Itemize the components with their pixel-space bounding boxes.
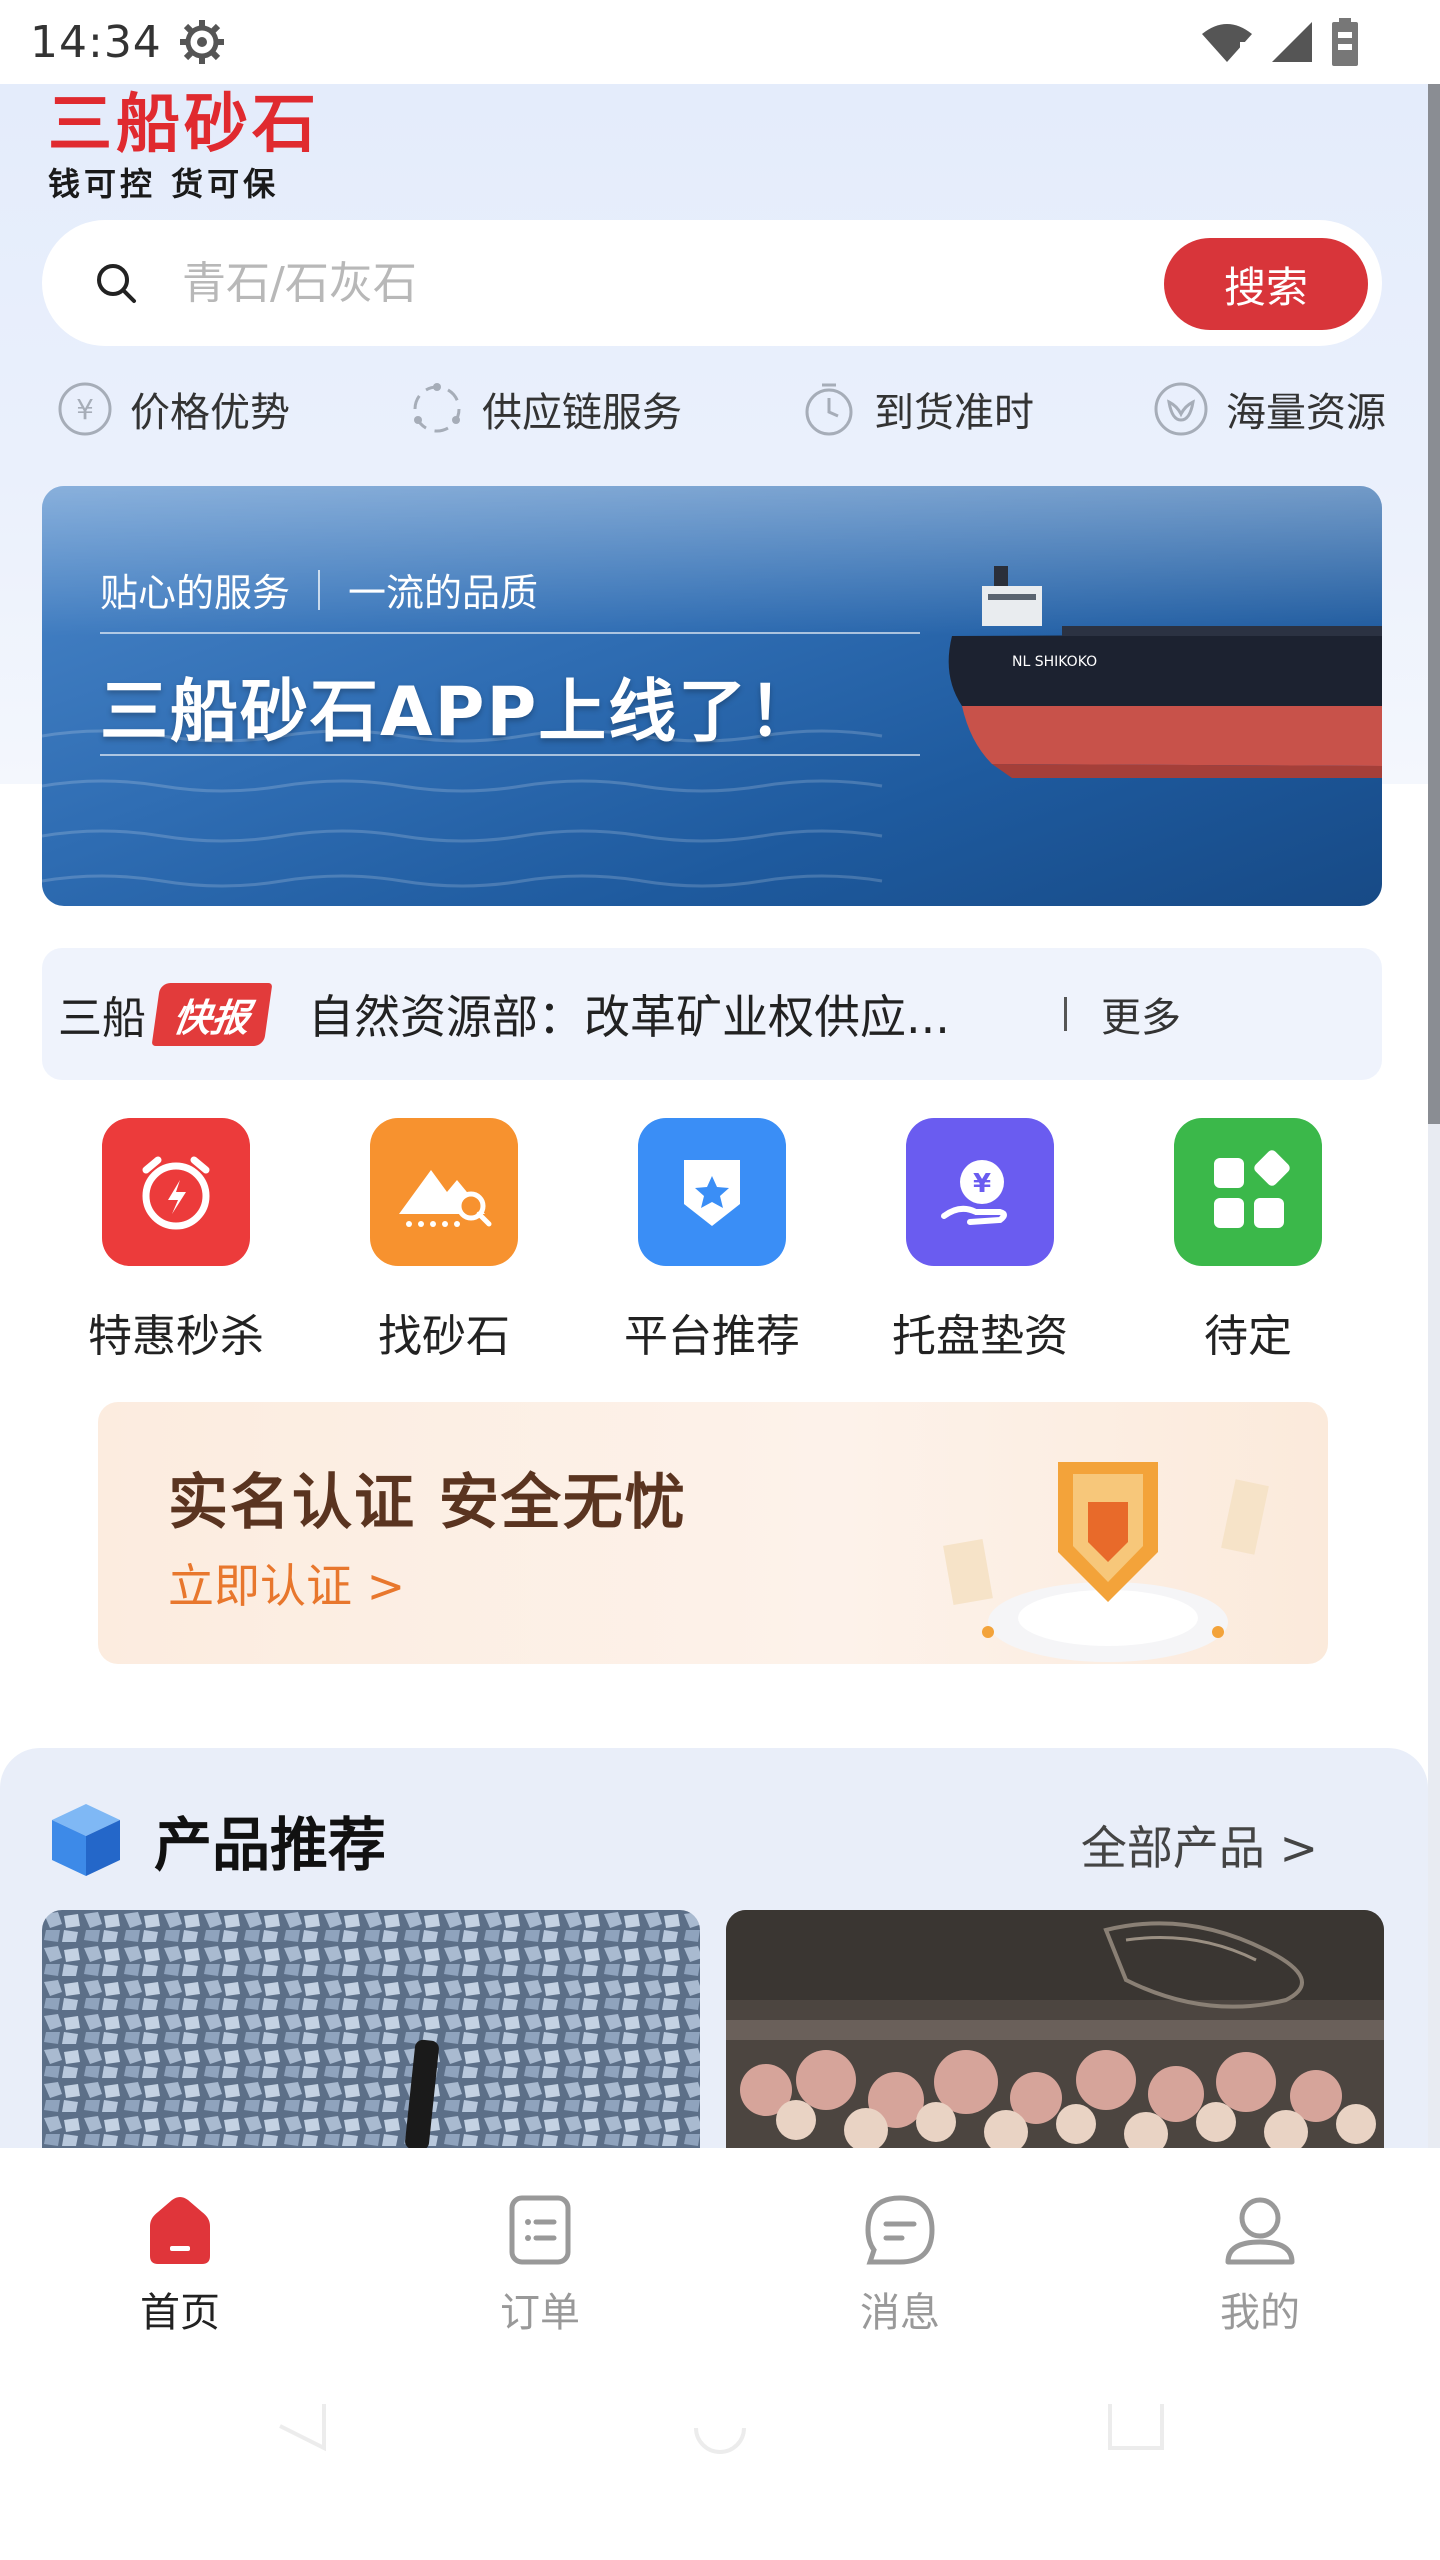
svg-text:¥: ¥ bbox=[973, 1169, 991, 1199]
products-header: 产品推荐 bbox=[48, 1798, 386, 1882]
promo-banner[interactable]: 贴心的服务 一流的品质 三船砂石APP上线了！ NL SHIKOKO bbox=[42, 486, 1382, 906]
feature-supply-chain: 供应链服务 bbox=[408, 380, 682, 438]
nav-label: 首页 bbox=[140, 2290, 220, 2336]
divider bbox=[318, 569, 321, 610]
mountain-search-icon bbox=[370, 1118, 518, 1266]
product-card[interactable] bbox=[726, 1910, 1384, 2150]
feature-resources: 海量资源 bbox=[1152, 380, 1386, 438]
quick-item-find-sand[interactable]: 找砂石 bbox=[310, 1118, 578, 1364]
app-logo: 三船砂石 钱可控 货可保 bbox=[48, 90, 320, 204]
banner-title: 三船砂石APP上线了！ bbox=[100, 673, 819, 752]
nav-label: 订单 bbox=[500, 2290, 580, 2336]
search-bar[interactable]: 搜索 bbox=[42, 220, 1382, 346]
products-title: 产品推荐 bbox=[154, 1811, 387, 1879]
timer-icon bbox=[805, 383, 853, 436]
system-home-icon[interactable] bbox=[694, 2427, 746, 2454]
home-icon bbox=[150, 2197, 210, 2264]
cube-icon bbox=[52, 1804, 120, 1876]
money-hand-icon: ¥ bbox=[906, 1118, 1054, 1266]
order-icon bbox=[509, 2195, 571, 2265]
status-time: 14:34 bbox=[30, 16, 162, 68]
quick-item-label: 特惠秒杀 bbox=[88, 1311, 264, 1362]
nav-profile[interactable]: 我的 bbox=[1080, 2148, 1440, 2348]
alarm-clock-icon bbox=[102, 1118, 250, 1266]
verification-title: 实名认证 安全无忧 bbox=[168, 1468, 687, 1538]
feature-on-time: 到货准时 bbox=[800, 380, 1034, 438]
quick-item-label: 待定 bbox=[1204, 1311, 1292, 1362]
security-shield-icon bbox=[943, 1462, 1269, 1662]
gravel-product-image bbox=[42, 1910, 700, 2150]
divider bbox=[100, 632, 920, 634]
logo-slogan: 钱可控 货可保 bbox=[48, 165, 280, 203]
ship-name: NL SHIKOKO bbox=[1012, 654, 1097, 670]
news-ticker[interactable]: 三船 快报 自然资源部：改革矿业权供应... 更多 bbox=[42, 948, 1382, 1080]
status-bar: 14:34 bbox=[0, 0, 1440, 84]
quick-item-platform-recommend[interactable]: 平台推荐 bbox=[578, 1118, 846, 1364]
quick-item-label: 找砂石 bbox=[378, 1311, 510, 1362]
status-icons bbox=[1200, 18, 1360, 66]
all-products-link[interactable]: 全部产品 > bbox=[1081, 1812, 1318, 1878]
supply-chain-icon bbox=[413, 383, 461, 433]
banner-subtitle-right: 一流的品质 bbox=[348, 571, 539, 615]
nav-label: 消息 bbox=[860, 2290, 940, 2336]
yuan-icon: ¥ bbox=[58, 382, 112, 436]
news-headline[interactable]: 自然资源部：改革矿业权供应... bbox=[308, 981, 1008, 1047]
system-nav-buttons bbox=[279, 2404, 1164, 2454]
system-back-icon[interactable] bbox=[279, 2404, 326, 2452]
feature-price-advantage: ¥ 价格优势 bbox=[56, 380, 290, 438]
feature-highlights: ¥ 价格优势 供应链服务 到货准时 海量资源 bbox=[56, 380, 1386, 438]
banner-subtitle: 贴心的服务 一流的品质 bbox=[100, 562, 538, 617]
banner-subtitle-left: 贴心的服务 bbox=[100, 571, 291, 615]
feature-label: 供应链服务 bbox=[482, 390, 682, 436]
feature-label: 价格优势 bbox=[130, 390, 290, 436]
feature-label: 海量资源 bbox=[1226, 390, 1386, 436]
star-shield-icon bbox=[638, 1118, 786, 1266]
verify-now-link[interactable]: 立即认证 > bbox=[168, 1550, 405, 1616]
system-recents-icon[interactable] bbox=[1108, 2404, 1164, 2450]
cargo-ship-image: NL SHIKOKO bbox=[948, 566, 1382, 778]
divider bbox=[1064, 997, 1068, 1031]
signal-icon bbox=[1272, 22, 1312, 62]
system-navigation-bar bbox=[0, 2348, 1440, 2560]
bottom-navigation: 首页 订单 消息 我的 bbox=[0, 2148, 1440, 2348]
nav-home[interactable]: 首页 bbox=[0, 2148, 360, 2348]
quick-item-pending[interactable]: 待定 bbox=[1114, 1118, 1382, 1364]
settings-gear-icon bbox=[179, 20, 224, 64]
search-button[interactable]: 搜索 bbox=[1164, 238, 1368, 330]
quick-item-pallet-financing[interactable]: ¥ 托盘垫资 bbox=[846, 1118, 1114, 1364]
nav-orders[interactable]: 订单 bbox=[360, 2148, 720, 2348]
svg-text:¥: ¥ bbox=[76, 393, 94, 426]
quick-item-label: 托盘垫资 bbox=[892, 1311, 1068, 1362]
nav-messages[interactable]: 消息 bbox=[720, 2148, 1080, 2348]
quick-item-flash-sale[interactable]: 特惠秒杀 bbox=[42, 1118, 310, 1364]
grid-apps-icon bbox=[1174, 1118, 1322, 1266]
news-brand: 三船 bbox=[58, 993, 146, 1044]
divider bbox=[100, 754, 920, 756]
quick-menu: 特惠秒杀 找砂石 平台推荐 ¥ 托盘垫资 待定 bbox=[42, 1118, 1382, 1364]
verification-banner[interactable]: 实名认证 安全无忧 立即认证 > bbox=[98, 1402, 1328, 1664]
news-badge: 快报 bbox=[151, 982, 273, 1046]
product-recommendations: 产品推荐 全部产品 > bbox=[0, 1748, 1428, 2168]
coral-stone-product-image bbox=[726, 1910, 1384, 2150]
message-icon bbox=[865, 2195, 935, 2265]
scrollbar-thumb[interactable] bbox=[1428, 84, 1440, 1124]
nav-label: 我的 bbox=[1220, 2290, 1300, 2336]
logo-title: 三船砂石 bbox=[48, 88, 320, 162]
search-icon bbox=[97, 264, 136, 303]
battery-icon bbox=[1332, 18, 1358, 66]
wifi-icon bbox=[1202, 24, 1252, 63]
product-card[interactable] bbox=[42, 1910, 700, 2150]
quick-item-label: 平台推荐 bbox=[624, 1311, 800, 1362]
search-input[interactable] bbox=[182, 257, 1082, 309]
leaf-icon bbox=[1154, 382, 1208, 436]
news-more-link[interactable]: 更多 bbox=[1101, 985, 1181, 1043]
profile-icon bbox=[1225, 2197, 1295, 2265]
feature-label: 到货准时 bbox=[874, 390, 1034, 436]
